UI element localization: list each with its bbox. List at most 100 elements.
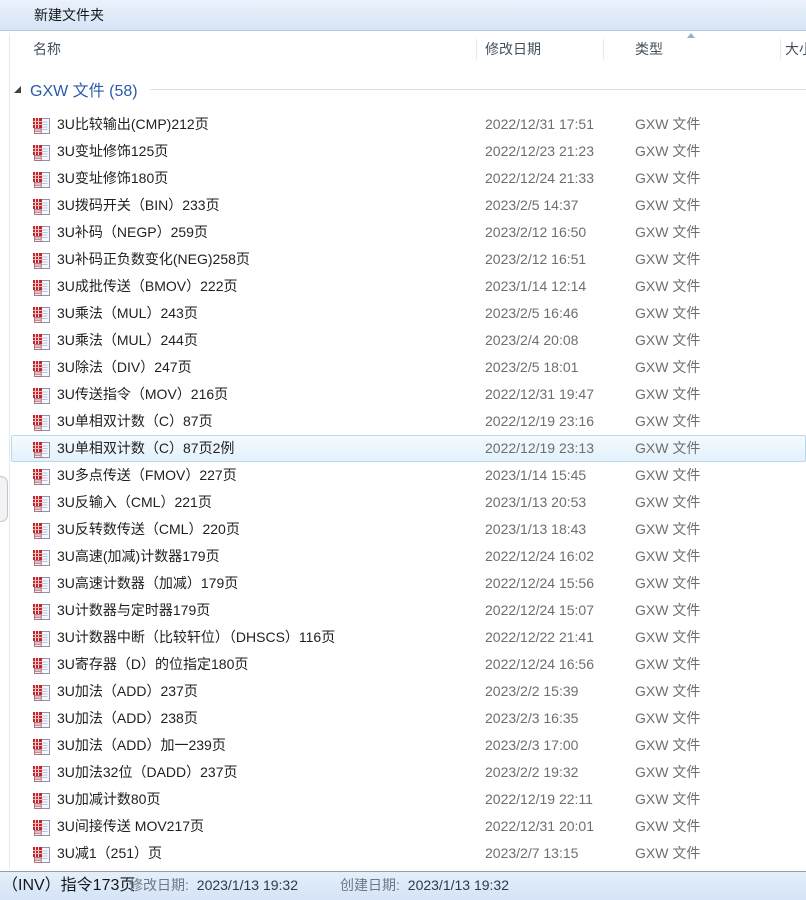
column-divider[interactable]: [476, 39, 477, 60]
file-row[interactable]: 3U乘法（MUL）244页 2023/2/4 20:08 GXW 文件: [11, 327, 806, 354]
gxw-file-icon: [33, 657, 50, 673]
file-modified-date: 2022/12/24 21:33: [485, 166, 594, 191]
file-row[interactable]: 3U高速(加减)计数器179页 2022/12/24 16:02 GXW 文件: [11, 543, 806, 570]
file-row[interactable]: 3U单相双计数（C）87页 2022/12/19 23:16 GXW 文件: [11, 408, 806, 435]
file-type: GXW 文件: [635, 760, 700, 785]
file-type: GXW 文件: [635, 733, 700, 758]
file-modified-date: 2023/2/12 16:50: [485, 220, 586, 245]
file-row[interactable]: 3U高速计数器（加减）179页 2022/12/24 15:56 GXW 文件: [11, 570, 806, 597]
left-scrollbar-thumb[interactable]: [0, 476, 8, 522]
file-row[interactable]: 3U间接传送 MOV217页 2022/12/31 20:01 GXW 文件: [11, 813, 806, 840]
file-name: 3U加法（ADD）加一239页: [57, 733, 226, 758]
file-row[interactable]: 3U寄存器（D）的位指定180页 2022/12/24 16:56 GXW 文件: [11, 651, 806, 678]
gxw-file-icon: [33, 603, 50, 619]
file-name: 3U补码（NEGP）259页: [57, 220, 208, 245]
file-type: GXW 文件: [635, 490, 700, 515]
file-row[interactable]: 3U变址修饰125页 2022/12/23 21:23 GXW 文件: [11, 138, 806, 165]
file-row[interactable]: 3U加法（ADD）238页 2023/2/3 16:35 GXW 文件: [11, 705, 806, 732]
file-type: GXW 文件: [635, 166, 700, 191]
file-modified-date: 2022/12/19 23:16: [485, 409, 594, 434]
file-modified-date: 2023/2/12 16:51: [485, 247, 586, 272]
breadcrumb-folder[interactable]: 新建文件夹: [34, 5, 104, 25]
file-name: 3U寄存器（D）的位指定180页: [57, 652, 248, 677]
file-modified-date: 2023/2/3 17:00: [485, 733, 578, 758]
column-header-name[interactable]: 名称: [33, 32, 61, 66]
file-name: 3U传送指令（MOV）216页: [57, 382, 228, 407]
file-name: 3U单相双计数（C）87页: [57, 409, 213, 434]
file-name: 3U间接传送 MOV217页: [57, 814, 204, 839]
column-divider[interactable]: [780, 39, 781, 60]
file-row[interactable]: 3U补码（NEGP）259页 2023/2/12 16:50 GXW 文件: [11, 219, 806, 246]
file-row[interactable]: 3U反输入（CML）221页 2023/1/13 20:53 GXW 文件: [11, 489, 806, 516]
file-row[interactable]: 3U加法（ADD）加一239页 2023/2/3 17:00 GXW 文件: [11, 732, 806, 759]
gxw-file-icon: [33, 198, 50, 214]
gxw-file-icon: [33, 171, 50, 187]
file-row[interactable]: 3U乘法（MUL）243页 2023/2/5 16:46 GXW 文件: [11, 300, 806, 327]
file-row[interactable]: 3U成批传送（BMOV）222页 2023/1/14 12:14 GXW 文件: [11, 273, 806, 300]
address-bar[interactable]: 新建文件夹: [0, 0, 806, 31]
file-type: GXW 文件: [635, 409, 700, 434]
group-header-label[interactable]: GXW 文件 (58): [30, 77, 138, 101]
file-row[interactable]: 3U减1（251）页 2023/2/7 13:15 GXW 文件: [11, 840, 806, 867]
file-type: GXW 文件: [635, 571, 700, 596]
file-name: 3U反转数传送（CML）220页: [57, 517, 240, 542]
file-type: GXW 文件: [635, 220, 700, 245]
file-modified-date: 2023/1/14 12:14: [485, 274, 586, 299]
file-name: 3U变址修饰125页: [57, 139, 168, 164]
file-row[interactable]: 3U变址修饰180页 2022/12/24 21:33 GXW 文件: [11, 165, 806, 192]
file-row[interactable]: 3U计数器与定时器179页 2022/12/24 15:07 GXW 文件: [11, 597, 806, 624]
file-name: 3U计数器中断（比较轩位）（DHSCS）116页: [57, 625, 335, 650]
gxw-file-icon: [33, 738, 50, 754]
file-modified-date: 2022/12/19 22:11: [485, 787, 593, 812]
file-modified-date: 2023/2/5 18:01: [485, 355, 578, 380]
column-header-type[interactable]: 类型: [635, 32, 663, 66]
file-name: 3U加法（ADD）237页: [57, 679, 198, 704]
file-modified-date: 2023/2/7 13:15: [485, 841, 578, 866]
file-name: 3U除法（DIV）247页: [57, 355, 192, 380]
file-row[interactable]: 3U多点传送（FMOV）227页 2023/1/14 15:45 GXW 文件: [11, 462, 806, 489]
gxw-file-icon: [33, 144, 50, 160]
column-header-modified[interactable]: 修改日期: [485, 32, 541, 66]
file-list: 3U比较输出(CMP)212页 2022/12/31 17:51 GXW 文件 …: [11, 111, 806, 867]
file-type: GXW 文件: [635, 193, 700, 218]
file-row[interactable]: 3U加法32位（DADD）237页 2023/2/2 19:32 GXW 文件: [11, 759, 806, 786]
file-row[interactable]: 3U除法（DIV）247页 2023/2/5 18:01 GXW 文件: [11, 354, 806, 381]
gxw-file-icon: [33, 846, 50, 862]
gxw-file-icon: [33, 225, 50, 241]
file-row[interactable]: 3U加法（ADD）237页 2023/2/2 15:39 GXW 文件: [11, 678, 806, 705]
file-modified-date: 2022/12/19 23:13: [485, 436, 594, 461]
file-name: 3U计数器与定时器179页: [57, 598, 210, 623]
file-type: GXW 文件: [635, 355, 700, 380]
file-name: 3U乘法（MUL）243页: [57, 301, 198, 326]
file-modified-date: 2022/12/31 19:47: [485, 382, 594, 407]
file-name: 3U乘法（MUL）244页: [57, 328, 198, 353]
file-row[interactable]: 3U传送指令（MOV）216页 2022/12/31 19:47 GXW 文件: [11, 381, 806, 408]
file-type: GXW 文件: [635, 679, 700, 704]
created-date-label: 创建日期:: [340, 877, 400, 893]
file-row[interactable]: 3U加减计数80页 2022/12/19 22:11 GXW 文件: [11, 786, 806, 813]
created-date-value: 2023/1/13 19:32: [408, 877, 509, 893]
group-expand-triangle-icon[interactable]: [14, 86, 21, 93]
gxw-file-icon: [33, 495, 50, 511]
group-header[interactable]: GXW 文件 (58): [0, 72, 806, 106]
file-type: GXW 文件: [635, 382, 700, 407]
gxw-file-icon: [33, 684, 50, 700]
file-modified-date: 2022/12/24 16:56: [485, 652, 594, 677]
gxw-file-icon: [33, 576, 50, 592]
file-modified-date: 2022/12/22 21:41: [485, 625, 594, 650]
group-header-rule: [150, 89, 806, 90]
file-row[interactable]: 3U补码正负数变化(NEG)258页 2023/2/12 16:51 GXW 文…: [11, 246, 806, 273]
file-row[interactable]: 3U拨码开关（BIN）233页 2023/2/5 14:37 GXW 文件: [11, 192, 806, 219]
file-row[interactable]: 3U比较输出(CMP)212页 2022/12/31 17:51 GXW 文件: [11, 111, 806, 138]
gxw-file-icon: [33, 630, 50, 646]
column-divider[interactable]: [603, 39, 604, 60]
selected-file-name: （INV）指令173页: [2, 872, 135, 899]
file-type: GXW 文件: [635, 301, 700, 326]
file-row[interactable]: 3U计数器中断（比较轩位）（DHSCS）116页 2022/12/22 21:4…: [11, 624, 806, 651]
file-row[interactable]: 3U反转数传送（CML）220页 2023/1/13 18:43 GXW 文件: [11, 516, 806, 543]
file-name: 3U多点传送（FMOV）227页: [57, 463, 237, 488]
file-row[interactable]: 3U单相双计数（C）87页2例 2022/12/19 23:13 GXW 文件: [11, 435, 806, 462]
file-type: GXW 文件: [635, 463, 700, 488]
column-header-size[interactable]: 大小: [785, 32, 806, 66]
file-type: GXW 文件: [635, 112, 700, 137]
